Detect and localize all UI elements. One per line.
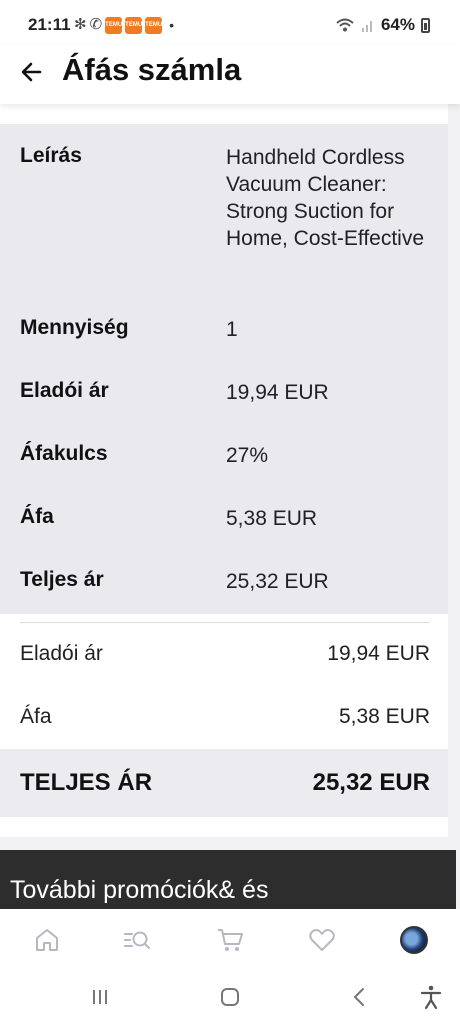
- app-header: Áfás számla: [0, 44, 460, 104]
- detail-value: 19,94 EUR: [226, 381, 329, 404]
- detail-label: Áfa: [20, 505, 54, 528]
- total-label: TELJES ÁR: [20, 769, 153, 796]
- pinwheel-icon: ✻: [74, 16, 87, 33]
- wifi-icon: [336, 18, 354, 32]
- detail-value: 25,32 EUR: [226, 570, 329, 593]
- search-icon[interactable]: [122, 925, 152, 955]
- battery-percent: 64%: [380, 15, 415, 34]
- signal-icon: [361, 21, 372, 32]
- accessibility-icon[interactable]: [417, 983, 445, 1011]
- invoice-content[interactable]: Leírás Handheld Cordless Vacuum Cleaner:…: [0, 104, 460, 909]
- battery-icon: [421, 17, 430, 33]
- back-icon[interactable]: [346, 983, 374, 1011]
- summary-value: 5,38 EUR: [338, 705, 430, 728]
- temu-notification-icon: TEMU: [145, 16, 163, 34]
- arrow-left-icon[interactable]: [18, 58, 46, 86]
- cart-icon[interactable]: [215, 925, 245, 955]
- detail-value: 1: [226, 318, 238, 341]
- system-nav: [0, 967, 460, 1024]
- summary-card: Eladói ár 19,94 EUR Áfa 5,38 EUR: [0, 614, 448, 749]
- summary-value: 19,94 EUR: [327, 642, 430, 665]
- detail-value: Handheld Cordless Vacuum Cleaner: Strong…: [226, 146, 425, 250]
- status-bar: 21:11 ✻ ✆ TEMU TEMU TEMU • 64%: [0, 0, 460, 50]
- total-value: 25,32 EUR: [312, 769, 430, 796]
- profile-avatar[interactable]: [400, 926, 428, 954]
- detail-label: Eladói ár: [20, 379, 109, 402]
- home-icon[interactable]: [216, 983, 244, 1011]
- detail-label: Teljes ár: [20, 568, 104, 591]
- notification-icons: ✻ ✆ TEMU TEMU TEMU •: [74, 16, 174, 34]
- home-icon[interactable]: [32, 925, 62, 955]
- summary-label: Áfa: [20, 705, 52, 728]
- more-notifications-dot: •: [169, 17, 175, 33]
- card-top-spacer: [0, 104, 448, 124]
- divider: [20, 622, 430, 623]
- status-time: 21:11: [28, 15, 71, 34]
- detail-label: Áfakulcs: [20, 442, 108, 465]
- detail-value: 5,38 EUR: [226, 507, 318, 530]
- summary-label: Eladói ár: [20, 642, 103, 665]
- status-right: 64%: [335, 15, 430, 35]
- heart-icon[interactable]: [307, 925, 337, 955]
- recent-apps-icon[interactable]: [86, 983, 114, 1011]
- detail-label: Leírás: [20, 144, 82, 167]
- card-bottom-spacer: [0, 817, 448, 837]
- detail-label: Mennyiség: [20, 316, 129, 339]
- bottom-nav: [0, 909, 460, 967]
- temu-notification-icon: TEMU: [125, 16, 143, 34]
- promo-section[interactable]: További promóciók& és: [0, 850, 456, 909]
- page-title: Áfás számla: [62, 52, 242, 87]
- item-details-card: Leírás Handheld Cordless Vacuum Cleaner:…: [0, 124, 448, 614]
- temu-notification-icon: TEMU: [105, 16, 123, 34]
- viber-icon: ✆: [89, 16, 103, 33]
- grand-total-row: TELJES ÁR 25,32 EUR: [0, 749, 448, 817]
- promo-title: További promóciók& és: [10, 876, 269, 904]
- detail-value: 27%: [226, 444, 269, 467]
